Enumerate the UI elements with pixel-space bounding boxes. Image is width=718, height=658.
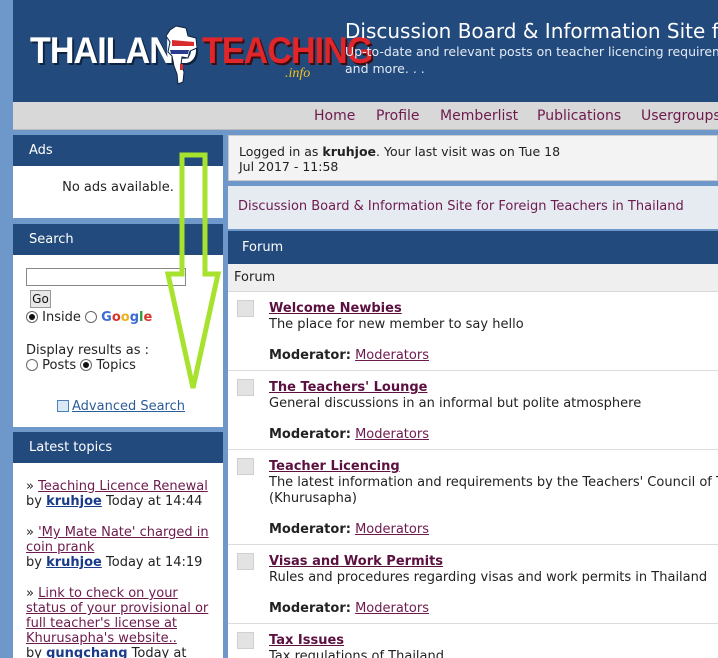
forum-title-link[interactable]: Tax Issues — [269, 633, 344, 648]
search-widget: Search Go Inside Google Display results … — [13, 224, 223, 427]
topic-author-link[interactable]: kruhjoe — [46, 555, 102, 570]
forum-status-icon — [237, 458, 254, 475]
latest-topic-item: » Link to check on your status of your p… — [13, 586, 223, 658]
nav-profile[interactable]: Profile — [376, 108, 420, 124]
search-go-button[interactable]: Go — [30, 290, 51, 308]
forum-list: Welcome Newbies The place for new member… — [228, 292, 718, 658]
topics-radio[interactable] — [80, 359, 93, 371]
topic-author-link[interactable]: kruhjoe — [46, 494, 102, 509]
topic-time: Today at 14:44 — [106, 494, 203, 509]
forum-row: Tax Issues Tax regulations of Thailand — [228, 624, 718, 658]
site-logo[interactable]: THAILAND TEACHING .info — [30, 24, 373, 88]
nav-memberlist[interactable]: Memberlist — [440, 108, 518, 124]
site-description-line: and more. . . — [345, 61, 425, 76]
forum-moderators: Moderator: Moderators — [269, 427, 429, 442]
site-description-line: Up-to-date and relevant posts on teacher… — [345, 44, 718, 59]
forum-row: Teacher Licencing The latest information… — [228, 450, 718, 545]
forum-title-link[interactable]: Teacher Licencing — [269, 459, 400, 474]
forum-status-icon — [237, 300, 254, 317]
nav-home[interactable]: Home — [314, 108, 355, 124]
site-title: Discussion Board & Information Site f — [345, 19, 718, 43]
display-options: Posts Topics — [26, 358, 136, 373]
login-status: Logged in as kruhjoe. Your last visit wa… — [228, 135, 718, 181]
logged-in-user: kruhjoe — [322, 144, 377, 159]
posts-label: Posts — [42, 358, 77, 373]
nav-usergroups[interactable]: Usergroups — [641, 108, 718, 124]
forum-description: Rules and procedures regarding visas and… — [269, 570, 708, 585]
latest-topic-link-cont[interactable]: coin prank — [26, 540, 94, 555]
main-nav: Home Profile Memberlist Publications Use… — [13, 102, 718, 130]
latest-topic-link-cont[interactable]: full teacher's license at — [26, 616, 177, 631]
topic-time: Today at — [131, 646, 187, 658]
forum-description: The place for new member to say hello — [269, 317, 524, 332]
moderators-link[interactable]: Moderators — [355, 348, 429, 363]
ads-widget: Ads No ads available. — [13, 135, 223, 218]
advanced-search-link[interactable]: Advanced Search — [57, 399, 185, 414]
last-visit-time: Jul 2017 - 11:58 — [239, 159, 339, 174]
forum-status-icon — [237, 632, 254, 649]
latest-topics-title: Latest topics — [13, 432, 223, 463]
topic-time: Today at 14:19 — [106, 555, 203, 570]
inside-radio[interactable] — [26, 311, 38, 323]
posts-radio[interactable] — [26, 359, 38, 371]
forum-row: The Teachers' Lounge General discussions… — [228, 371, 718, 450]
google-radio[interactable] — [85, 311, 97, 323]
latest-topic-link[interactable]: Link to check on your — [38, 586, 178, 601]
forum-status-icon — [237, 553, 254, 570]
google-logo: Google — [101, 310, 153, 325]
latest-topic-link[interactable]: Teaching Licence Renewal — [38, 479, 208, 494]
latest-topic-link-cont[interactable]: Khurusapha's website.. — [26, 631, 177, 646]
logo-text-suffix: .info — [285, 66, 311, 81]
forum-title-link[interactable]: Visas and Work Permits — [269, 554, 443, 569]
topic-author-link[interactable]: gungchang — [46, 646, 127, 658]
forum-row: Visas and Work Permits Rules and procedu… — [228, 545, 718, 624]
search-scope: Inside Google — [26, 310, 152, 325]
forum-description: General discussions in an informal but p… — [269, 396, 642, 411]
forum-moderators: Moderator: Moderators — [269, 348, 429, 363]
forum-status-icon — [237, 379, 254, 396]
ads-widget-title: Ads — [13, 135, 223, 166]
forum-description: Tax regulations of Thailand — [269, 649, 445, 658]
magnifier-icon — [57, 400, 69, 412]
moderators-link[interactable]: Moderators — [355, 427, 429, 442]
latest-topic-link-cont[interactable]: status of your provisional or — [26, 601, 208, 616]
forum-title-link[interactable]: The Teachers' Lounge — [269, 380, 427, 395]
board-description: Discussion Board & Information Site for … — [228, 186, 718, 229]
site-header: THAILAND TEACHING .info Discussion Board… — [13, 0, 718, 102]
moderators-link[interactable]: Moderators — [355, 522, 429, 537]
forum-header: Forum — [228, 231, 718, 264]
topics-label: Topics — [96, 358, 136, 373]
moderators-link[interactable]: Moderators — [355, 601, 429, 616]
latest-topics-widget: Latest topics » Teaching Licence Renewal… — [13, 432, 223, 658]
thailand-map-icon — [165, 25, 198, 85]
search-widget-title: Search — [13, 224, 223, 255]
forum-row: Welcome Newbies The place for new member… — [228, 292, 718, 371]
search-input[interactable] — [26, 268, 186, 286]
inside-label: Inside — [42, 310, 81, 325]
forum-description: The latest information and requirements … — [269, 475, 718, 506]
forum-column-header: Forum — [228, 264, 718, 292]
ads-empty-text: No ads available. — [62, 180, 174, 195]
latest-topic-item: » 'My Mate Nate' charged in coin prank b… — [26, 525, 209, 570]
nav-publications[interactable]: Publications — [537, 108, 621, 124]
forum-moderators: Moderator: Moderators — [269, 522, 429, 537]
site-description: Up-to-date and relevant posts on teacher… — [345, 43, 718, 77]
latest-topic-item: » Teaching Licence Renewal by kruhjoe To… — [26, 479, 208, 509]
display-results-label: Display results as : — [26, 343, 149, 358]
latest-topic-link[interactable]: 'My Mate Nate' charged in — [38, 525, 208, 540]
forum-title-link[interactable]: Welcome Newbies — [269, 301, 402, 316]
forum-moderators: Moderator: Moderators — [269, 601, 429, 616]
